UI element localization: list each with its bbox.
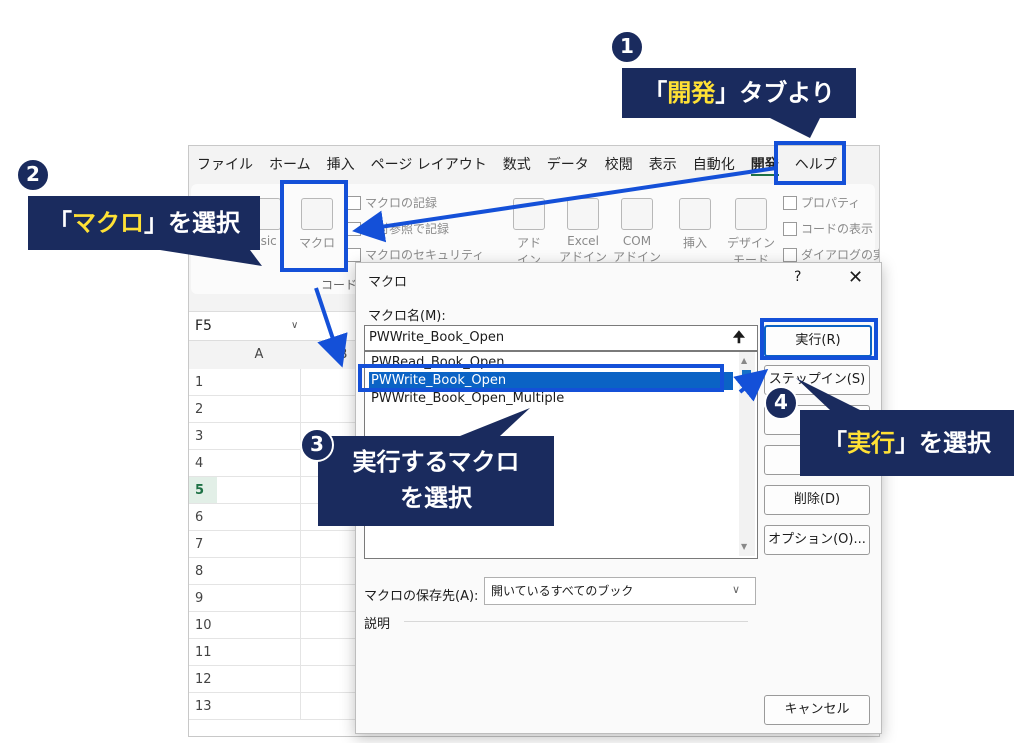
callout-tail-4: [796, 378, 860, 410]
callout-step4: 「実行」を選択: [800, 410, 1014, 476]
callout-text: 「: [48, 209, 72, 237]
callout-text: 「: [643, 79, 668, 107]
callout-text: 」を選択: [144, 209, 240, 237]
callout-highlight: マクロ: [72, 209, 144, 237]
step-number-2: 2: [16, 158, 50, 192]
step-number-1: 1: [610, 30, 644, 64]
arrow-macro-to-list: [314, 287, 348, 368]
step-number-3: 3: [300, 428, 334, 462]
callout-highlight: 開発: [667, 79, 716, 107]
step-number-4: 4: [764, 386, 798, 420]
callout-text: 」タブより: [715, 79, 835, 107]
callout-tail-2: [160, 250, 262, 266]
callout-highlight: 実行: [847, 429, 895, 457]
annotation-arrows: [160, 118, 860, 436]
arrow-to-run: [733, 368, 769, 402]
callout-step3: 実行するマクロ を選択: [318, 436, 554, 526]
callout-step1: 「開発」タブより: [622, 68, 856, 118]
callout-tail-3: [460, 408, 530, 436]
callout-text: 「: [823, 429, 847, 457]
arrow-tab-to-macro: [352, 166, 777, 243]
callout-text: 」を選択: [895, 429, 991, 457]
callout-step2: 「マクロ」を選択: [28, 196, 260, 250]
callout-text: を選択: [400, 484, 472, 512]
callout-text: 実行するマクロ: [352, 448, 520, 476]
callout-tail-1: [770, 118, 820, 138]
